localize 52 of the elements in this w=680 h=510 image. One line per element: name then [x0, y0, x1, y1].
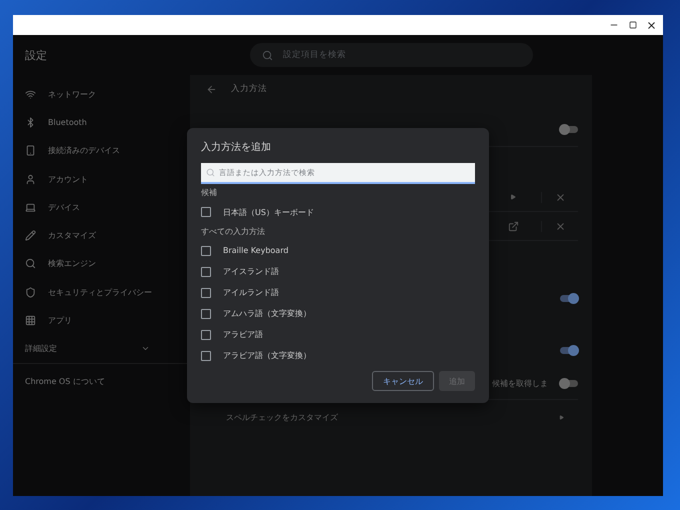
checkbox[interactable] — [201, 288, 211, 298]
checkbox[interactable] — [201, 266, 211, 276]
toggle-switch[interactable] — [560, 380, 578, 386]
setting-label: 候補を取得しま — [492, 378, 548, 388]
toggle-switch[interactable] — [560, 294, 578, 302]
section-title: すべての入力方法 — [201, 226, 266, 238]
option-label: 日本語（US）キーボード — [223, 206, 314, 218]
chevron-icon[interactable] — [510, 194, 516, 200]
about-link[interactable]: Chrome OS について — [13, 364, 190, 399]
sidebar-icon — [25, 202, 36, 213]
sidebar-icon — [25, 174, 36, 185]
sidebar-icon — [25, 315, 36, 326]
checkbox[interactable] — [201, 330, 211, 340]
sidebar-item[interactable]: Bluetooth — [13, 108, 190, 137]
sidebar-icon — [25, 116, 36, 128]
sidebar-item[interactable]: デバイス — [13, 193, 190, 222]
sidebar-item[interactable]: カスタマイズ — [13, 221, 190, 250]
app-title: 設定 — [24, 48, 48, 62]
sidebar-icon — [25, 230, 36, 242]
checkbox[interactable] — [201, 246, 211, 256]
option-label: アラビア語（文字変換） — [223, 350, 311, 361]
chevron-icon[interactable] — [559, 414, 564, 420]
option-label: アラビア語 — [223, 329, 263, 340]
sidebar-item[interactable]: ネットワーク — [13, 80, 190, 108]
sidebar-item[interactable]: アプリ — [13, 306, 190, 335]
search-icon — [206, 168, 215, 177]
toggle-switch[interactable] — [560, 346, 578, 354]
sidebar-item[interactable]: アカウント — [13, 164, 190, 194]
checkbox[interactable] — [201, 350, 211, 360]
external-link-icon[interactable] — [508, 220, 518, 232]
section-title: 候補 — [201, 187, 218, 200]
checkbox[interactable] — [201, 207, 211, 217]
option-label: Braille Keyboard — [223, 246, 288, 255]
search-field[interactable]: 設定項目を検索 — [250, 43, 533, 67]
sidebar-item[interactable]: 接続済みのデバイス — [13, 136, 190, 165]
cancel-button[interactable]: キャンセル — [372, 371, 434, 391]
option-label: アイスランド語 — [223, 266, 279, 277]
option-label: アイルランド語 — [223, 287, 279, 298]
setting-link[interactable]: スペルチェックをカスタマイズ — [226, 412, 338, 422]
sidebar-icon — [25, 145, 36, 156]
sidebar-item[interactable]: 検索エンジン — [13, 250, 190, 278]
page-title: 入力方法 — [231, 83, 267, 95]
dialog-title: 入力方法を追加 — [201, 140, 272, 154]
sidebar-icon — [25, 258, 36, 270]
checkbox[interactable] — [201, 308, 211, 318]
back-icon[interactable] — [206, 84, 217, 94]
toggle-switch[interactable] — [560, 126, 578, 132]
sidebar-icon — [25, 88, 36, 100]
sidebar-item[interactable]: セキュリティとプライバシー — [13, 278, 190, 306]
search-icon — [262, 50, 273, 60]
option-label: アムハラ語（文字変換） — [223, 308, 311, 319]
sidebar-icon — [25, 286, 36, 298]
